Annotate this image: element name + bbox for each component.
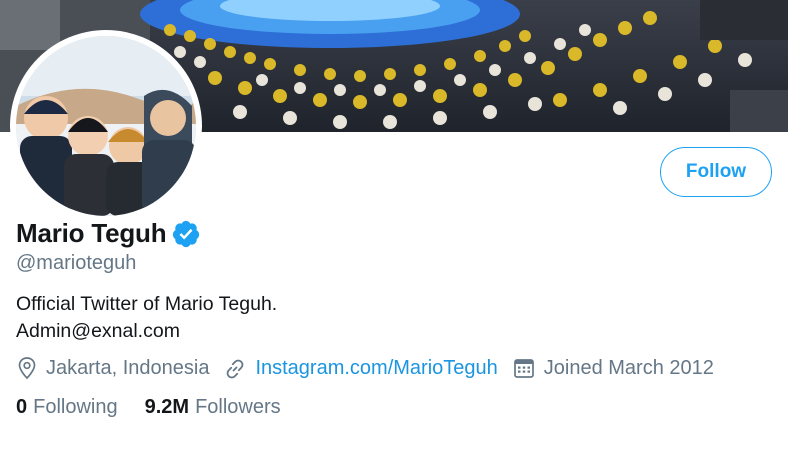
profile-stats: 0 Following 9.2M Followers — [16, 396, 281, 419]
profile-bio: Official Twitter of Mario Teguh. Admin@e… — [16, 291, 277, 345]
calendar-icon — [513, 359, 534, 378]
followers-label: Followers — [195, 396, 281, 418]
followers-count-link[interactable]: 9.2M Followers — [145, 396, 281, 419]
user-handle: @marioteguh — [16, 252, 137, 274]
location-pin-icon — [18, 357, 36, 380]
location-text: Jakarta, Indonesia — [46, 356, 210, 379]
display-name: Mario Teguh — [16, 218, 167, 248]
followers-count: 9.2M — [144, 396, 190, 418]
profile-name-row: Mario Teguh — [16, 218, 201, 249]
profile-meta: Jakarta, Indonesia Instagram.com/MarioTe… — [16, 356, 714, 380]
following-label: Following — [33, 396, 118, 418]
avatar-photo — [16, 36, 196, 216]
joined-item: Joined March 2012 — [512, 356, 714, 380]
verified-badge-icon — [171, 219, 201, 249]
bio-line: Admin@exnal.com — [16, 320, 180, 342]
location-item: Jakarta, Indonesia — [16, 356, 209, 380]
profile-avatar[interactable] — [10, 30, 202, 222]
website-link[interactable]: Instagram.com/MarioTeguh — [255, 357, 497, 380]
website-item[interactable]: Instagram.com/MarioTeguh — [223, 357, 498, 380]
link-icon — [227, 359, 244, 379]
following-count: 0 — [16, 396, 28, 418]
joined-text: Joined March 2012 — [543, 356, 714, 379]
bio-line: Official Twitter of Mario Teguh. — [16, 293, 278, 315]
following-count-link[interactable]: 0 Following — [16, 396, 118, 419]
follow-button[interactable]: Follow — [660, 147, 772, 197]
profile-page: Follow Mario Teguh @marioteguh Official … — [0, 0, 788, 450]
